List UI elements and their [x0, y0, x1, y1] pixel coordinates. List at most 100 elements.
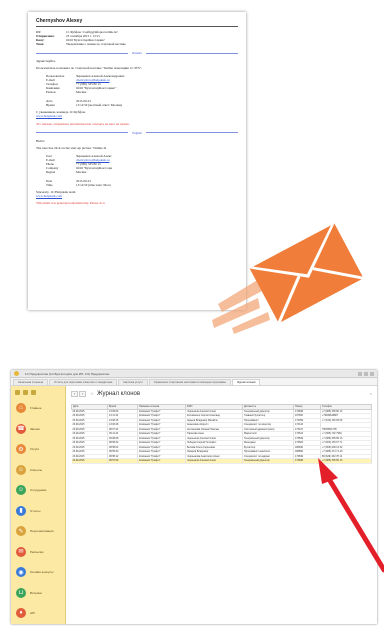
people-icon: ☺ — [16, 464, 26, 475]
table-cell: Генеральный директор — [242, 458, 294, 464]
tab-2[interactable]: Карточка услуги — [118, 379, 148, 385]
greeting-en: Hello! — [36, 138, 45, 143]
chart-icon: ▮ — [16, 505, 26, 516]
sidebar-item-1[interactable]: ☎ Звонки — [11, 419, 65, 440]
sidebar-item-label: Онлайн-консульт — [30, 570, 54, 575]
sidebar: ⌂ Главное ☎ Звонки ⚙ Услуги ☺ Клиенты ☺ Сотрудник… — [11, 386, 66, 624]
greeting-ru: Здравствуйте. — [36, 59, 56, 63]
window-controls — [358, 371, 374, 376]
api-icon: ♦ — [16, 608, 26, 619]
sidebar-item-label: Рассылки — [30, 549, 44, 554]
sidebar-item-label: API — [30, 611, 35, 616]
app-window: 1С:Предприятие (1С:Бухгалтерия для ИП, 3… — [11, 370, 377, 624]
calls-table: Дата Время Название клоника ФИО Должность Ном… — [71, 404, 372, 464]
sidebar-item-label: Звонки — [30, 426, 40, 431]
sidebar-item-label: Персонализация — [30, 529, 54, 534]
close-page-icon[interactable]: × — [370, 391, 372, 396]
sidebar-item-4[interactable]: ☺ Сотрудники — [11, 480, 65, 501]
sidebar-item-7[interactable]: ✉ Рассылки — [11, 542, 65, 563]
sidebar-item-label: Витрина — [30, 590, 42, 595]
sidebar-item-9[interactable]: ⊔ Витрина — [11, 583, 65, 604]
sidebar-item-5[interactable]: ▮ Отчеты — [11, 501, 65, 522]
sidebar-item-8[interactable]: ◉ Онлайн-консульт — [11, 562, 65, 583]
table-cell: 173848 — [293, 458, 321, 464]
sidebar-item-3[interactable]: ☺ Клиенты — [11, 460, 65, 481]
tab-1[interactable]: Отчеты для подготовки клиентов к стандар… — [49, 379, 118, 385]
cart-icon: ⊔ — [16, 587, 26, 598]
header-key: Тема: — [36, 42, 45, 46]
field-row: Регион Москва — [46, 90, 238, 94]
table-cell: Компания "Графит" — [137, 458, 186, 464]
envelope-icon — [208, 216, 368, 336]
tab-4[interactable]: Журнал клонов — [231, 379, 261, 385]
staff-icon: ☺ — [16, 485, 26, 496]
fields2-ru: Дата 2015-09-23 Время 13:14:59 (местный отв… — [46, 99, 238, 107]
field-key: Region — [46, 169, 56, 174]
chat-icon: ◉ — [16, 567, 26, 578]
email-headers: От: 1С:Кубфон <config@infoprovodnik.ru> От… — [36, 30, 238, 46]
page-title: Журнал клонов — [97, 390, 141, 397]
table-cell: +7 (985) 335 80 13 — [320, 458, 372, 464]
fields2-en: Date 2015-09-23 Time 13:14:59 (time zone: М… — [46, 179, 238, 187]
divider-english: English — [36, 131, 238, 135]
menu-icon[interactable] — [15, 390, 20, 395]
table-cell: 08:57:06 — [107, 458, 138, 464]
field-key: Time — [46, 182, 53, 187]
tab-3[interactable]: Управление стартовыми настиками в помощн… — [148, 379, 231, 385]
maximize-button[interactable] — [364, 371, 368, 376]
intro-en: The user has click on the start-up pictu… — [36, 146, 107, 151]
field-row: Time 13:14:59 (time zone: Моск — [46, 183, 238, 187]
link-en[interactable]: www.helpdesk.com — [36, 194, 238, 198]
favorite-star-icon[interactable]: ☆ — [90, 391, 94, 397]
sidebar-item-10[interactable]: ♦ API — [11, 603, 65, 624]
email-header-row: Тема: Уведомление о звонке по стартовой н… — [36, 42, 238, 46]
mail-icon: ✉ — [16, 546, 26, 557]
window-title: 1С:Предприятие (1С:Бухгалтерия для ИП, 3… — [25, 371, 110, 376]
field-row: Время 13:14:59 (местный ответ: Москва) — [46, 103, 238, 107]
sidebar-item-label: Клиенты — [30, 467, 43, 472]
intro-ru: Пользователь позвонил по стартовой насти… — [36, 66, 143, 71]
sidebar-item-11[interactable]: ✱Администрирование — [11, 624, 65, 625]
phone-icon: ☎ — [16, 423, 26, 434]
fields-en: User Чернышов Алексей Алекс E-mail chernysh… — [46, 154, 238, 174]
field-value: Москва — [76, 169, 87, 174]
sidebar-item-2[interactable]: ⚙ Услуги — [11, 439, 65, 460]
fields-ru: Пользователь Чернышов Алексей Александров… — [46, 74, 238, 94]
main-panel: ‹ › ☆ Журнал клонов × Дата Время Название … — [66, 386, 377, 624]
sidebar-tools — [11, 388, 65, 398]
table-cell: Чернышов Алексей Алекс — [185, 458, 243, 464]
back-button[interactable]: ‹ — [71, 390, 78, 397]
sidebar-item-label: Главное — [30, 406, 42, 411]
sidebar-item-0[interactable]: ⌂ Главное — [11, 398, 65, 419]
divider-russian: Russian — [36, 51, 238, 55]
auto-note-en: This email was generated automatically. … — [36, 201, 105, 206]
title-bar: 1С:Предприятие (1С:Бухгалтерия для ИП, 3… — [11, 370, 377, 378]
email-sender-name: Chernyshov Alexey — [36, 18, 238, 27]
auto-note-ru: Это письмо отправлено автоматически, отв… — [36, 121, 130, 126]
tab-0[interactable]: Начальная страница — [13, 379, 49, 385]
sidebar-item-label: Отчеты — [30, 508, 41, 513]
close-window-button[interactable] — [370, 371, 374, 376]
sidebar-item-label: Услуги — [30, 447, 40, 452]
sidebar-item-6[interactable]: ✎ Персонализация — [11, 521, 65, 542]
brush-icon: ✎ — [16, 526, 26, 537]
gear-icon: ⚙ — [16, 444, 26, 455]
app-logo-icon — [14, 371, 19, 376]
forward-button[interactable]: › — [79, 390, 86, 397]
history-icon[interactable] — [31, 390, 36, 395]
table-cell: 23.09.2015 — [71, 458, 108, 464]
table-row[interactable]: 23.09.2015 08:57:06 Компания "Графит" Черны… — [71, 458, 372, 464]
field-row: Region Москва — [46, 170, 238, 174]
field-value: 13:14:59 (time zone: Моск — [76, 182, 111, 187]
header-value: Уведомление о звонке по стартовой настик… — [66, 42, 126, 46]
tabs-bar: Начальная страница Отчеты для подготовки … — [11, 378, 377, 386]
sidebar-item-label: Сотрудники — [30, 488, 47, 493]
home-icon: ⌂ — [16, 403, 26, 414]
field-key: Время — [46, 103, 55, 108]
link-ru[interactable]: www.helpdesk.com — [36, 114, 238, 118]
field-value: Москва — [76, 90, 87, 95]
star-icon[interactable] — [23, 390, 28, 395]
field-key: Регион — [46, 90, 56, 95]
minimize-button[interactable] — [358, 371, 362, 376]
field-value: 13:14:59 (местный ответ: Москва) — [76, 103, 123, 108]
